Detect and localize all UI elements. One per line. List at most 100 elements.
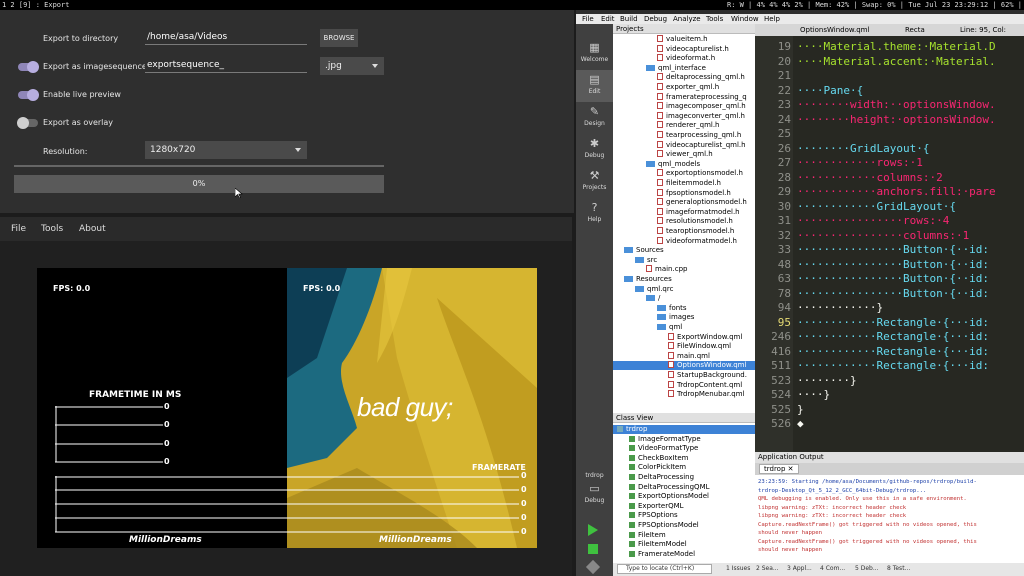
tree-folder[interactable]: qml (613, 323, 755, 332)
tree-folder[interactable]: qml_interface (613, 64, 755, 73)
tree-file[interactable]: videoformatmodel.h (613, 236, 755, 246)
resolution-value: 1280x720 (150, 145, 196, 155)
class-item[interactable]: ExporterQML (613, 502, 755, 511)
tree-folder[interactable]: images (613, 313, 755, 322)
qt-menu-debug[interactable]: Debug (644, 14, 667, 24)
qt-menu-tools[interactable]: Tools (706, 14, 723, 24)
qt-menu-file[interactable]: File (582, 14, 594, 24)
tree-folder[interactable]: Resources (613, 275, 755, 284)
sequence-name-input[interactable]: exportsequence_ (145, 59, 307, 73)
bottom-tab-issues[interactable]: 1 Issues (726, 565, 750, 572)
tree-folder[interactable]: fonts (613, 304, 755, 313)
imagesequence-toggle[interactable] (18, 61, 39, 73)
export-progress-bar: 0% (14, 175, 384, 193)
code-editor[interactable]: OptionsWindow.qml Recta Line: 95, Col: 1… (755, 24, 1024, 452)
tree-file[interactable]: fileitemmodel.h (613, 179, 755, 188)
tree-folder[interactable]: / (613, 294, 755, 303)
export-directory-input[interactable]: /home/asa/Videos (145, 31, 307, 45)
tree-file[interactable]: TrdropContent.qml (613, 380, 755, 390)
class-item[interactable]: ImageFormatType (613, 435, 755, 444)
mode-design[interactable]: ✎ Design (576, 102, 613, 134)
class-item[interactable]: DeltaProcessingQML (613, 483, 755, 492)
menu-file[interactable]: File (11, 224, 26, 234)
bottom-tab-search[interactable]: 2 Sea... (756, 565, 779, 572)
tree-folder[interactable]: qml.qrc (613, 285, 755, 294)
line-number: 48 (777, 257, 791, 271)
bottom-tab-debugger[interactable]: 5 Deb... (855, 565, 879, 572)
tree-file[interactable]: exporter_qml.h (613, 83, 755, 92)
image-format-select[interactable]: .jpg (320, 57, 384, 75)
qt-menu-edit[interactable]: Edit (601, 14, 615, 24)
bottom-tab-compile[interactable]: 4 Com... (820, 565, 845, 572)
tree-file[interactable]: OptionsWindow.qml (613, 361, 755, 371)
tree-file[interactable]: videoformat.h (613, 54, 755, 63)
app-output-tab-trdrop[interactable]: trdrop ✕ (759, 464, 799, 474)
resolution-select[interactable]: 1280x720 (145, 141, 307, 159)
tree-file[interactable]: exportoptionsmodel.h (613, 169, 755, 178)
class-item[interactable]: VideoFormatType (613, 444, 755, 453)
class-item[interactable]: FPSOptions (613, 511, 755, 520)
tree-file[interactable]: ExportWindow.qml (613, 332, 755, 342)
tree-file[interactable]: generaloptionsmodel.h (613, 198, 755, 207)
tree-file[interactable]: framerateprocessing_q (613, 92, 755, 102)
workspace-indicator[interactable]: 1 2 [9] : Export (2, 0, 69, 10)
browse-button[interactable]: BROWSE (320, 29, 358, 47)
tree-file[interactable]: videocapturelist.h (613, 44, 755, 54)
class-item[interactable]: FileItemModel (613, 540, 755, 549)
symbol-select[interactable]: Recta (905, 24, 925, 36)
kit-selector[interactable]: trdrop ▭ Debug (576, 470, 613, 510)
tree-file[interactable]: imagecomposer_qml.h (613, 102, 755, 111)
tree-file[interactable]: fpsoptionsmodel.h (613, 188, 755, 198)
tree-file[interactable]: tearoptionsmodel.h (613, 227, 755, 236)
bottom-tab-app-output[interactable]: 3 Appl... (787, 565, 812, 572)
menu-about[interactable]: About (79, 224, 106, 234)
tree-folder[interactable]: qml_models (613, 160, 755, 169)
qt-menu-analyze[interactable]: Analyze (673, 14, 701, 24)
debug-run-icon[interactable] (588, 544, 598, 554)
mode-help[interactable]: ? Help (576, 198, 613, 230)
tree-file[interactable]: viewer_qml.h (613, 150, 755, 159)
tree-file[interactable]: TrdropMenubar.qml (613, 390, 755, 399)
bottom-tab-test[interactable]: 8 Test... (887, 565, 910, 572)
qt-menu-help[interactable]: Help (764, 14, 780, 24)
tree-file[interactable]: renderer_qml.h (613, 121, 755, 130)
class-item[interactable]: FileItem (613, 531, 755, 540)
tree-file[interactable]: videocapturelist_qml.h (613, 140, 755, 150)
mode-edit[interactable]: ▤ Edit (576, 70, 613, 102)
tree-file[interactable]: deltaprocessing_qml.h (613, 73, 755, 82)
tree-folder[interactable]: src (613, 256, 755, 265)
tree-file[interactable]: imageformatmodel.h (613, 207, 755, 217)
file-icon (657, 217, 663, 225)
class-item[interactable]: DeltaProcessing (613, 473, 755, 482)
mode-welcome[interactable]: ▦ Welcome (576, 38, 613, 70)
tree-file[interactable]: main.qml (613, 351, 755, 361)
class-item[interactable]: FramerateModel (613, 550, 755, 559)
tree-file[interactable]: resolutionsmodel.h (613, 217, 755, 226)
qt-menu-window[interactable]: Window (731, 14, 759, 24)
tree-file[interactable]: valueitem.h (613, 35, 755, 44)
overlay-toggle[interactable] (17, 117, 38, 129)
tree-folder[interactable]: Sources (613, 246, 755, 255)
class-item[interactable]: trdrop (613, 425, 755, 434)
tree-file[interactable]: tearprocessing_qml.h (613, 131, 755, 140)
live-preview-toggle[interactable] (18, 89, 39, 101)
class-item[interactable]: ColorPickItem (613, 463, 755, 472)
run-icon[interactable] (588, 524, 598, 536)
mode-debug[interactable]: ✱ Debug (576, 134, 613, 166)
locator-input[interactable]: Type to locate (Ctrl+K) (617, 564, 712, 574)
framerate-tick: 0 (521, 527, 527, 536)
class-item[interactable]: FPSOptionsModel (613, 521, 755, 530)
log-line: QML debugging is enabled. Only use this … (758, 496, 967, 502)
class-item[interactable]: ExportOptionsModel (613, 492, 755, 501)
mode-projects[interactable]: ⚒ Projects (576, 166, 613, 198)
tree-file[interactable]: imageconverter_qml.h (613, 111, 755, 121)
tree-file[interactable]: StartupBackground. (613, 371, 755, 380)
mode-selector: ▦ Welcome ▤ Edit ✎ Design ✱ Debug ⚒ Projects … (576, 24, 613, 576)
build-icon[interactable] (585, 559, 601, 575)
qt-menu-build[interactable]: Build (620, 14, 638, 24)
class-item[interactable]: CheckBoxItem (613, 454, 755, 463)
tree-file[interactable]: main.cpp (613, 265, 755, 274)
editor-file-tab[interactable]: OptionsWindow.qml (800, 24, 869, 36)
menu-tools[interactable]: Tools (41, 224, 63, 234)
tree-file[interactable]: FileWindow.qml (613, 342, 755, 351)
